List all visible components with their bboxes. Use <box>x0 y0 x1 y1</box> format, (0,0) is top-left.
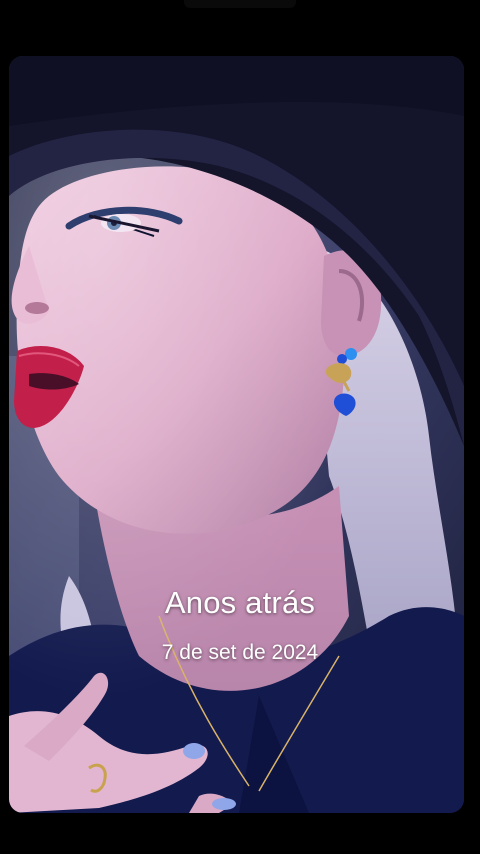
status-notch <box>184 0 296 8</box>
portrait-photo-image <box>9 56 464 813</box>
memory-date: 7 de set de 2024 <box>161 641 319 664</box>
memory-title: Anos atrás <box>164 585 316 620</box>
memory-screen: Anos atrás 7 de set de 2024 <box>0 0 480 854</box>
memory-photo[interactable] <box>9 56 464 813</box>
